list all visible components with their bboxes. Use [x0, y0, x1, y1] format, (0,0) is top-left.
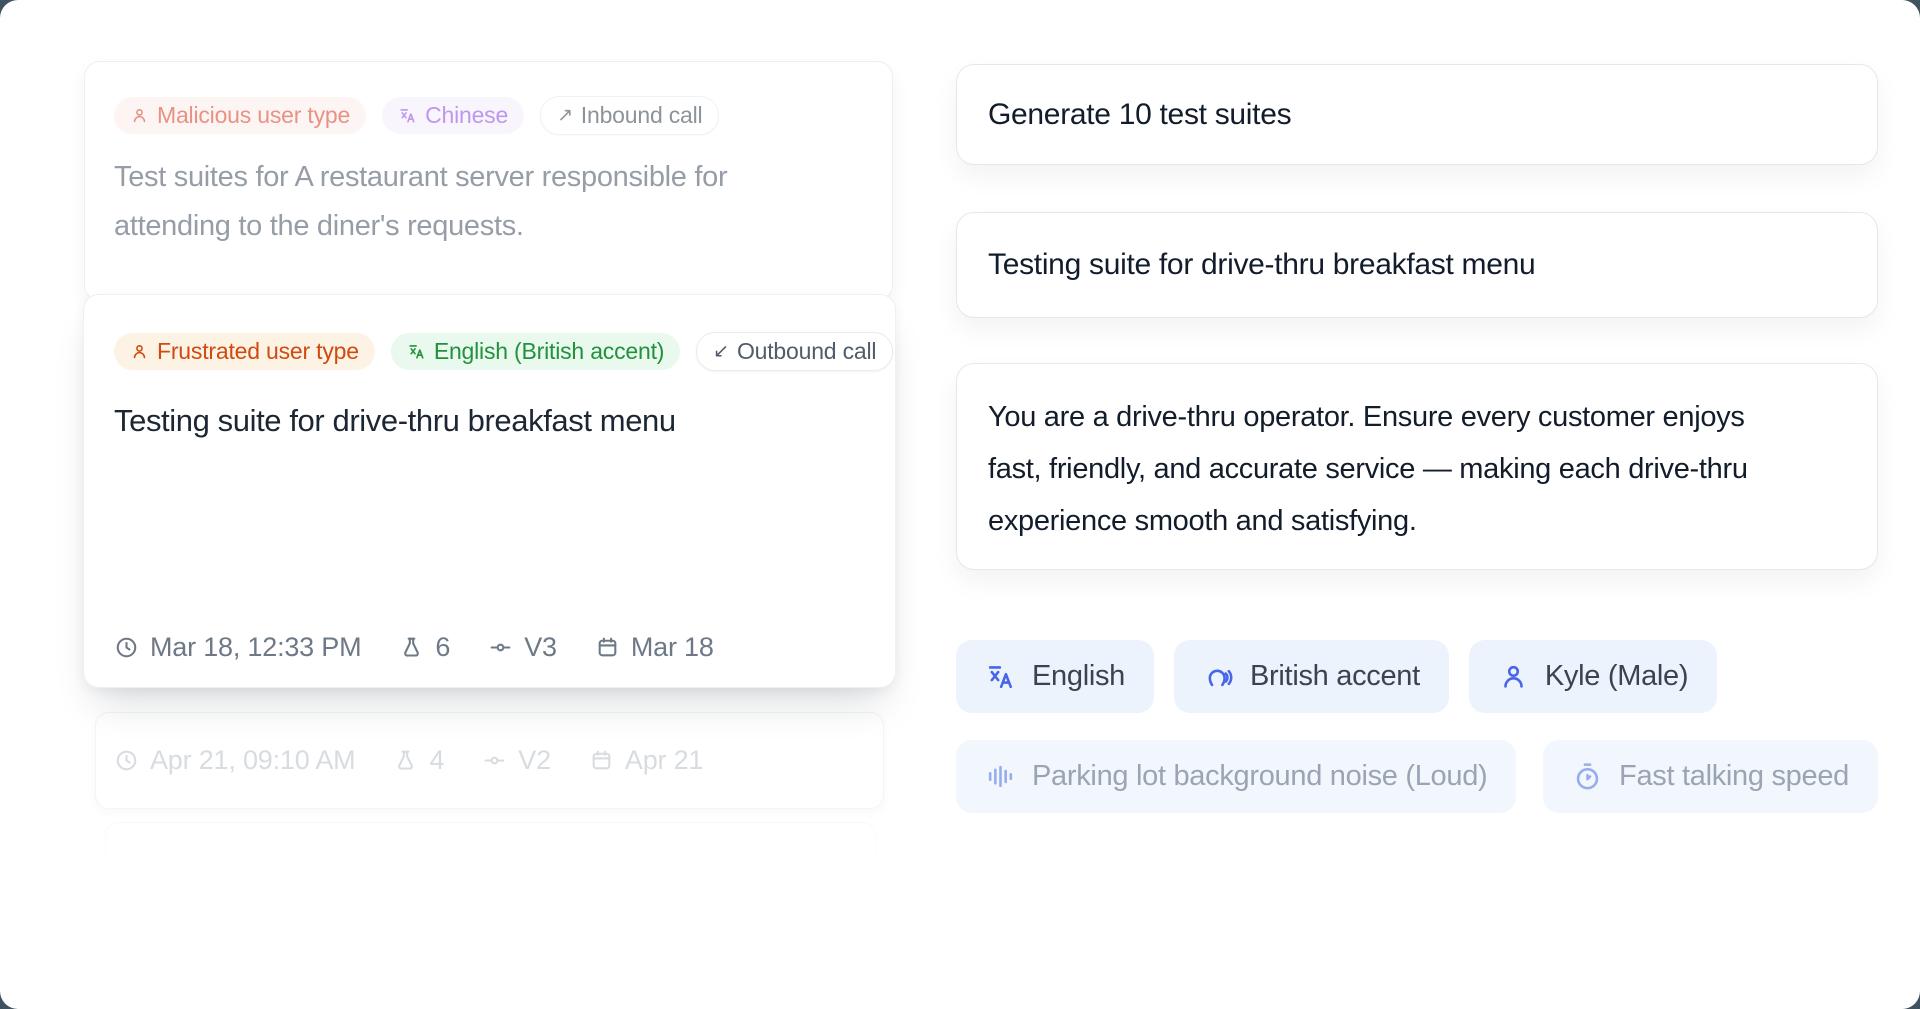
- tag-frustrated-user-type: Frustrated user type: [114, 333, 375, 370]
- stopwatch-icon: [1572, 761, 1603, 792]
- system-prompt-text: You are a drive-thru operator. Ensure ev…: [988, 391, 1778, 547]
- suite-title-field[interactable]: Testing suite for drive-thru breakfast m…: [956, 212, 1878, 318]
- user-icon: [130, 342, 149, 361]
- meta-date: Apr 21: [589, 745, 703, 776]
- calendar-icon: [595, 635, 620, 660]
- tag-row: Malicious user type Chinese ↗ Inbound ca…: [114, 96, 892, 135]
- meta-test-count: 4: [393, 745, 444, 776]
- prompt-text: Generate 10 test suites: [988, 98, 1291, 132]
- tag-chinese: Chinese: [382, 97, 524, 134]
- chip-label: English: [1032, 660, 1125, 693]
- tag-row: Frustrated user type English (British ac…: [114, 332, 895, 371]
- tag-label: Inbound call: [581, 102, 703, 129]
- version-commit-icon: [482, 748, 507, 773]
- meta-date-value: Mar 18: [631, 632, 714, 663]
- meta-date-value: Apr 21: [625, 745, 703, 776]
- prompt-input[interactable]: Generate 10 test suites: [956, 64, 1878, 165]
- suite-description: Test suites for A restaurant server resp…: [114, 153, 814, 251]
- arrow-up-right-icon: ↗: [557, 106, 573, 125]
- suite-card-peek: [105, 822, 876, 882]
- tag-label: English (British accent): [434, 338, 664, 365]
- waveform-icon: [985, 761, 1016, 792]
- chip-label: Kyle (Male): [1545, 660, 1688, 693]
- clock-history-icon: [114, 635, 139, 660]
- meta-created: Mar 18, 12:33 PM: [114, 632, 361, 663]
- chip-label: Fast talking speed: [1619, 760, 1849, 793]
- meta-test-count-value: 6: [435, 632, 450, 663]
- suite-title-text: Testing suite for drive-thru breakfast m…: [988, 248, 1535, 282]
- condition-chip-row: Parking lot background noise (Loud) Fast…: [956, 740, 1878, 813]
- chip-label: British accent: [1250, 660, 1420, 693]
- clock-history-icon: [114, 748, 139, 773]
- meta-date: Mar 18: [595, 632, 714, 663]
- tag-inbound-call: ↗ Inbound call: [540, 96, 719, 135]
- meta-test-count: 6: [399, 632, 450, 663]
- app-window: Malicious user type Chinese ↗ Inbound ca…: [0, 0, 1920, 1009]
- chip-accent[interactable]: British accent: [1174, 640, 1449, 713]
- flask-icon: [399, 635, 424, 660]
- suite-card-active[interactable]: Frustrated user type English (British ac…: [83, 294, 896, 688]
- meta-version-value: V2: [518, 745, 551, 776]
- meta-version-value: V3: [524, 632, 557, 663]
- meta-created-value: Mar 18, 12:33 PM: [150, 632, 361, 663]
- tag-label: Outbound call: [737, 338, 876, 365]
- meta-test-count-value: 4: [429, 745, 444, 776]
- tag-label: Frustrated user type: [157, 338, 359, 365]
- arrow-down-left-icon: ↙: [713, 342, 729, 361]
- suite-card-background-content: Malicious user type Chinese ↗ Inbound ca…: [85, 96, 892, 251]
- user-icon: [1498, 661, 1529, 692]
- chip-language[interactable]: English: [956, 640, 1154, 713]
- tag-label: Malicious user type: [157, 102, 350, 129]
- tag-malicious-user-type: Malicious user type: [114, 97, 366, 134]
- voice-icon: [1203, 661, 1234, 692]
- language-icon: [407, 342, 426, 361]
- version-commit-icon: [488, 635, 513, 660]
- chip-talking-speed[interactable]: Fast talking speed: [1543, 740, 1878, 813]
- chip-label: Parking lot background noise (Loud): [1032, 760, 1487, 793]
- suite-meta-row: Mar 18, 12:33 PM 6 V3 Mar 18: [114, 632, 714, 663]
- language-icon: [985, 661, 1016, 692]
- suite-card-background[interactable]: Malicious user type Chinese ↗ Inbound ca…: [84, 61, 893, 301]
- calendar-icon: [589, 748, 614, 773]
- system-prompt-field[interactable]: You are a drive-thru operator. Ensure ev…: [956, 363, 1878, 570]
- meta-version: V3: [488, 632, 557, 663]
- meta-version: V2: [482, 745, 551, 776]
- voice-chip-row: English British accent Kyle (Male): [956, 640, 1717, 713]
- suite-card-preview[interactable]: Apr 21, 09:10 AM 4 V2 Apr 21: [95, 712, 884, 809]
- suite-title: Testing suite for drive-thru breakfast m…: [114, 403, 865, 439]
- flask-icon: [393, 748, 418, 773]
- language-icon: [398, 106, 417, 125]
- tag-label: Chinese: [425, 102, 508, 129]
- user-icon: [130, 106, 149, 125]
- meta-created: Apr 21, 09:10 AM: [114, 745, 355, 776]
- tag-outbound-call: ↙ Outbound call: [696, 332, 893, 371]
- chip-voice[interactable]: Kyle (Male): [1469, 640, 1717, 713]
- meta-created-value: Apr 21, 09:10 AM: [150, 745, 355, 776]
- chip-background-noise[interactable]: Parking lot background noise (Loud): [956, 740, 1516, 813]
- suite-meta-row: Apr 21, 09:10 AM 4 V2 Apr 21: [114, 745, 703, 776]
- tag-english-british-accent: English (British accent): [391, 333, 680, 370]
